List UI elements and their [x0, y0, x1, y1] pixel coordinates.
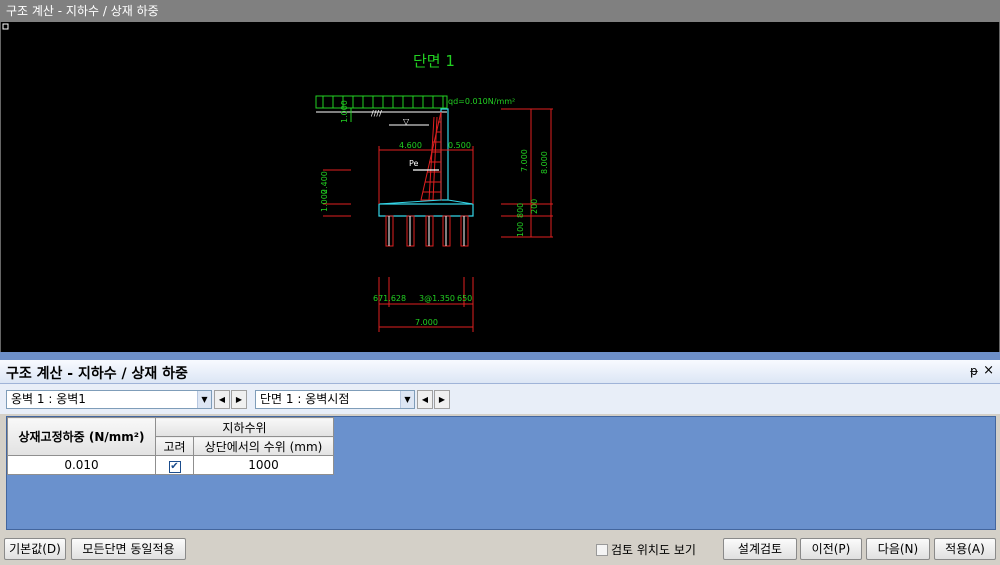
- dim-right-3: 200: [530, 199, 539, 214]
- section-select[interactable]: 단면 1 : 옹벽시점 ▼: [255, 390, 415, 409]
- dim-bottom-left: 671.628: [373, 294, 406, 303]
- ground-hatch: ////: [371, 109, 382, 118]
- apply-all-sections-button[interactable]: 모든단면 동일적용: [71, 538, 186, 560]
- prev-button[interactable]: 이전(P): [800, 538, 862, 560]
- section-title: 단면 1: [413, 52, 455, 70]
- dim-right-2: 8.000: [540, 151, 549, 174]
- close-icon[interactable]: ×: [983, 363, 994, 378]
- default-button[interactable]: 기본값(D): [4, 538, 66, 560]
- chevron-down-icon[interactable]: ▼: [400, 391, 414, 408]
- col-consider-header: 고려: [155, 436, 194, 456]
- dim-bottom-total: 7.000: [415, 318, 438, 327]
- col-level-header: 상단에서의 수위 (mm): [193, 436, 334, 456]
- load-grid-area: 상재고정하중 (N/mm²) 지하수위 고려 상단에서의 수위 (mm) 0.0…: [6, 416, 996, 530]
- wall-stem: [440, 108, 449, 201]
- wall-select-value: 옹벽 1 : 옹벽1: [11, 392, 86, 406]
- section-next-arrow[interactable]: ▶: [434, 390, 450, 409]
- splitter[interactable]: [0, 352, 1000, 360]
- dim-heel: 4.600: [399, 141, 422, 150]
- dim-top-offset: 1.000: [340, 100, 349, 123]
- level-value-cell[interactable]: 1000: [193, 455, 334, 475]
- chevron-down-icon[interactable]: ▼: [197, 391, 211, 408]
- dim-bottom-mid: 3@1.350: [419, 294, 455, 303]
- pin-icon[interactable]: ᵽ: [970, 364, 978, 378]
- surcharge-load: [315, 95, 448, 109]
- load-value-cell[interactable]: 0.010: [7, 455, 156, 475]
- window-titlebar: 구조 계산 - 지하수 / 상재 하중: [0, 0, 1000, 22]
- dim-bottom-right: 650: [457, 294, 472, 303]
- pe-label: Pe: [409, 159, 419, 168]
- window-title: 구조 계산 - 지하수 / 상재 하중: [6, 4, 159, 18]
- next-button[interactable]: 다음(N): [866, 538, 930, 560]
- panel-title: 구조 계산 - 지하수 / 상재 하중: [6, 366, 188, 382]
- design-review-button[interactable]: 설계검토: [723, 538, 797, 560]
- section-select-value: 단면 1 : 옹벽시점: [260, 392, 350, 406]
- review-position-checkbox[interactable]: [596, 544, 608, 556]
- dim-left-2: 2.400: [320, 171, 329, 194]
- table-row: 0.010 ✔ 1000: [7, 455, 334, 475]
- cad-viewport[interactable]: 단면 1 qd=0.010N/mm² //// ▽ 1.000 Pe 4.600…: [0, 22, 1000, 352]
- dim-stem-top: 0.500: [448, 141, 471, 150]
- col-groundwater-header: 지하수위: [155, 417, 334, 437]
- corner-marker: [2, 23, 9, 30]
- bottom-bar: 기본값(D) 모든단면 동일적용 검토 위치도 보기 설계검토 이전(P) 다음…: [0, 532, 1000, 565]
- review-position-label: 검토 위치도 보기: [611, 543, 696, 557]
- wall-select[interactable]: 옹벽 1 : 옹벽1 ▼: [6, 390, 212, 409]
- consider-checkbox[interactable]: ✔: [168, 460, 181, 473]
- consider-cell[interactable]: ✔: [155, 455, 194, 475]
- dim-right-4: 100: [516, 222, 525, 237]
- selector-row: 옹벽 1 : 옹벽1 ▼ ◀ ▶ 단면 1 : 옹벽시점 ▼ ◀ ▶: [0, 384, 1000, 414]
- col-load-header: 상재고정하중 (N/mm²): [7, 417, 156, 456]
- wall-next-arrow[interactable]: ▶: [231, 390, 247, 409]
- dim-right-5: 800: [516, 203, 525, 218]
- piles: [385, 215, 469, 247]
- dim-right-1: 7.000: [520, 149, 529, 172]
- cad-drawing: 단면 1 qd=0.010N/mm² //// ▽ 1.000 Pe 4.600…: [2, 23, 553, 332]
- wall-prev-arrow[interactable]: ◀: [214, 390, 230, 409]
- section-prev-arrow[interactable]: ◀: [417, 390, 433, 409]
- base-slab: [378, 203, 474, 217]
- load-table: 상재고정하중 (N/mm²) 지하수위 고려 상단에서의 수위 (mm) 0.0…: [7, 417, 334, 475]
- apply-button[interactable]: 적용(A): [934, 538, 996, 560]
- review-position-toggle[interactable]: 검토 위치도 보기: [596, 541, 696, 558]
- panel-header: 구조 계산 - 지하수 / 상재 하중 ᵽ ×: [0, 360, 1000, 384]
- water-mark: ▽: [403, 117, 410, 126]
- load-label: qd=0.010N/mm²: [448, 97, 515, 106]
